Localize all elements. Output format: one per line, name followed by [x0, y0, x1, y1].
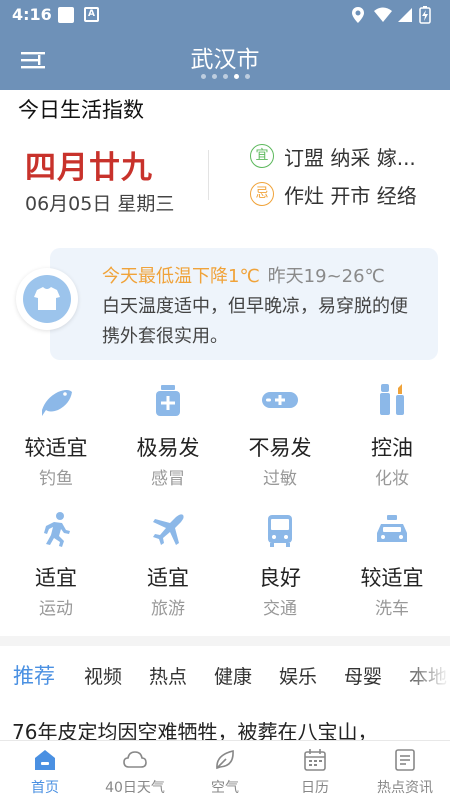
page-dot: [200, 74, 206, 79]
nav-label: 热点资讯: [377, 780, 433, 796]
index-cell-fishing[interactable]: 较适宜 钓鱼: [0, 380, 112, 508]
solar-date: 06月05日 星期三: [25, 193, 175, 215]
index-label: 化妆: [375, 469, 409, 489]
nav-label: 首页: [31, 780, 59, 796]
divider: [208, 150, 209, 200]
nav-label: 空气: [211, 780, 239, 796]
news-icon: [395, 749, 415, 771]
leaf-icon: [216, 750, 234, 770]
page-dot: [222, 74, 228, 79]
news-tab-recommend[interactable]: 推荐: [13, 660, 55, 690]
index-cell-cold[interactable]: 极易发 感冒: [112, 380, 224, 508]
pill-icon: [262, 392, 298, 408]
index-cell-traffic[interactable]: 良好 交通: [224, 510, 336, 638]
nav-label: 日历: [301, 780, 329, 796]
airplane-icon: [153, 514, 184, 545]
app-notification-icon: A: [84, 7, 99, 22]
nav-air[interactable]: 空气: [180, 741, 270, 801]
index-value: 适宜: [35, 566, 77, 590]
status-time: 4:16: [12, 5, 52, 24]
tip-temperature-line: 今天最低温下降1℃ 昨天19~26℃: [102, 262, 385, 288]
location-icon: [352, 7, 364, 23]
index-cell-makeup[interactable]: 控油 化妆: [336, 380, 448, 508]
news-tab-health[interactable]: 健康: [214, 662, 252, 689]
clothing-icon: [16, 268, 78, 330]
calendar-icon: [304, 749, 326, 771]
nav-label: 40日天气: [105, 780, 165, 796]
news-tab-video[interactable]: 视频: [84, 662, 122, 689]
tip-warning: 今天最低温下降1℃: [102, 266, 260, 287]
news-tab-entertainment[interactable]: 娱乐: [279, 662, 317, 689]
index-value: 较适宜: [360, 566, 424, 590]
nav-calendar[interactable]: 日历: [270, 741, 360, 801]
nav-40day[interactable]: 40日天气: [90, 741, 180, 801]
bus-icon: [268, 515, 292, 547]
index-cell-travel[interactable]: 适宜 旅游: [112, 510, 224, 638]
city-page-indicator: [0, 74, 450, 80]
index-label: 感冒: [151, 469, 185, 489]
index-label: 交通: [263, 599, 297, 619]
wifi-icon: [374, 7, 392, 22]
news-tab-bar: 推荐 视频 热点 健康 娱乐 母婴 本地: [0, 658, 450, 698]
index-value: 控油: [371, 436, 413, 460]
app-header: 武汉市: [0, 30, 450, 90]
life-index-title: 今日生活指数: [18, 98, 144, 122]
yi-text: 订盟 纳采 嫁...: [284, 146, 416, 170]
tip-description: 白天温度适中，但早晚凉，易穿脱的便携外套很实用。: [102, 296, 408, 347]
index-label: 钓鱼: [39, 469, 73, 489]
signal-icon: [398, 8, 412, 22]
index-value: 良好: [259, 566, 301, 590]
nav-news[interactable]: 热点资讯: [360, 741, 450, 801]
status-icons: [352, 6, 431, 24]
index-label: 运动: [39, 599, 73, 619]
fish-icon: [42, 390, 72, 416]
yi-badge-icon: 宜: [250, 144, 274, 168]
cloud-icon: [123, 751, 147, 768]
medicine-box-icon: [156, 385, 180, 416]
tip-yesterday: 昨天19~26℃: [267, 266, 385, 287]
section-divider: [0, 636, 450, 646]
running-icon: [44, 512, 70, 547]
car-icon: [377, 515, 407, 542]
index-value: 不易发: [248, 436, 312, 460]
index-value: 适宜: [147, 566, 189, 590]
tab-fade: [400, 658, 450, 698]
makeup-icon: [380, 384, 404, 415]
index-cell-allergy[interactable]: 不易发 过敏: [224, 380, 336, 508]
page-dot: [244, 74, 250, 79]
index-label: 过敏: [263, 469, 297, 489]
index-label: 洗车: [375, 599, 409, 619]
index-label: 旅游: [151, 599, 185, 619]
index-value: 极易发: [136, 436, 200, 460]
ji-badge-icon: 忌: [250, 182, 274, 206]
index-value: 较适宜: [24, 436, 88, 460]
city-title[interactable]: 武汉市: [0, 40, 450, 74]
news-tab-parenting[interactable]: 母婴: [344, 662, 382, 689]
ji-text: 作灶 开市 经络: [284, 184, 417, 208]
home-icon: [35, 750, 55, 770]
battery-icon: [419, 6, 431, 24]
nav-home[interactable]: 首页: [0, 741, 90, 801]
index-cell-sport[interactable]: 适宜 运动: [0, 510, 112, 638]
index-cell-carwash[interactable]: 较适宜 洗车: [336, 510, 448, 638]
lunar-date[interactable]: 四月廿九: [25, 142, 153, 187]
page-dot: [211, 74, 217, 79]
bottom-nav: 首页 40日天气 空气 日历 热点资讯: [0, 740, 450, 801]
notification-icon: [58, 7, 74, 23]
page-dot-active: [233, 74, 239, 79]
status-bar: 4:16 A: [0, 0, 450, 30]
news-tab-hot[interactable]: 热点: [149, 662, 187, 689]
